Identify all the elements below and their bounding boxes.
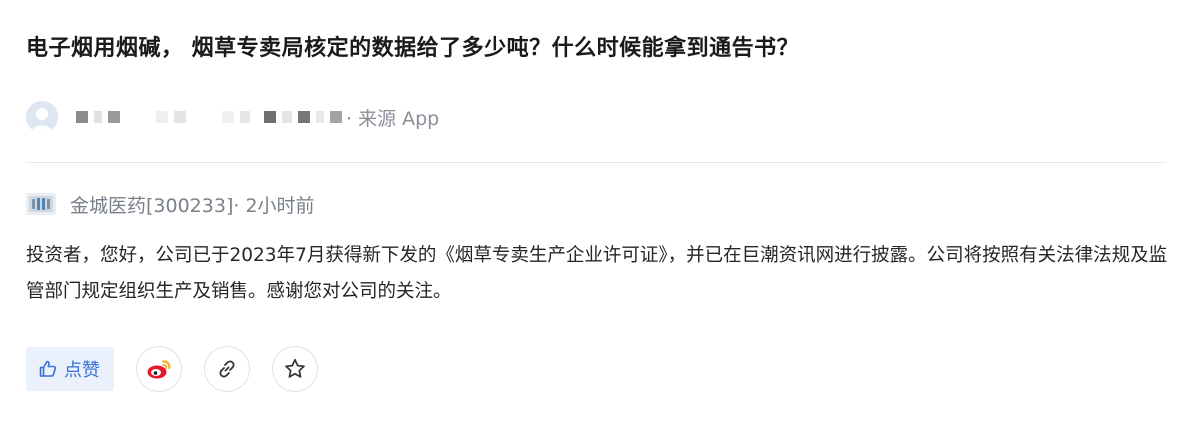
like-label: 点赞 xyxy=(64,360,100,381)
like-button[interactable]: 点赞 xyxy=(26,347,114,391)
masked-username[interactable] xyxy=(76,107,344,127)
company-logo-icon xyxy=(26,193,56,215)
favorite-button[interactable] xyxy=(272,346,318,392)
copy-link-button[interactable] xyxy=(204,346,250,392)
company-name[interactable]: 金城医药[300233] xyxy=(70,191,233,218)
reply-content: 投资者，您好，公司已于2023年7月获得新下发的《烟草专卖生产企业许可证》，并已… xyxy=(26,245,1168,302)
weibo-icon xyxy=(147,360,171,379)
link-icon xyxy=(219,360,235,378)
source-label: · 来源 App xyxy=(346,107,440,130)
reply-header: 金城医药[300233] · 2小时前 xyxy=(26,190,315,218)
user-avatar-icon xyxy=(26,101,58,133)
avatar[interactable] xyxy=(26,101,58,133)
star-icon xyxy=(285,358,305,378)
divider xyxy=(26,162,1166,163)
author-row: · 来源 App xyxy=(26,100,439,134)
share-weibo-button[interactable] xyxy=(136,346,182,392)
action-bar: 点赞 xyxy=(26,346,318,392)
qa-page: 电子烟用烟碱， 烟草专卖局核定的数据给了多少吨？什么时候能拿到通告书？ · 来源… xyxy=(0,0,1200,428)
thumb-up-icon xyxy=(39,360,57,377)
question-title: 电子烟用烟碱， 烟草专卖局核定的数据给了多少吨？什么时候能拿到通告书？ xyxy=(26,36,800,61)
reply-time: · 2小时前 xyxy=(233,194,315,217)
